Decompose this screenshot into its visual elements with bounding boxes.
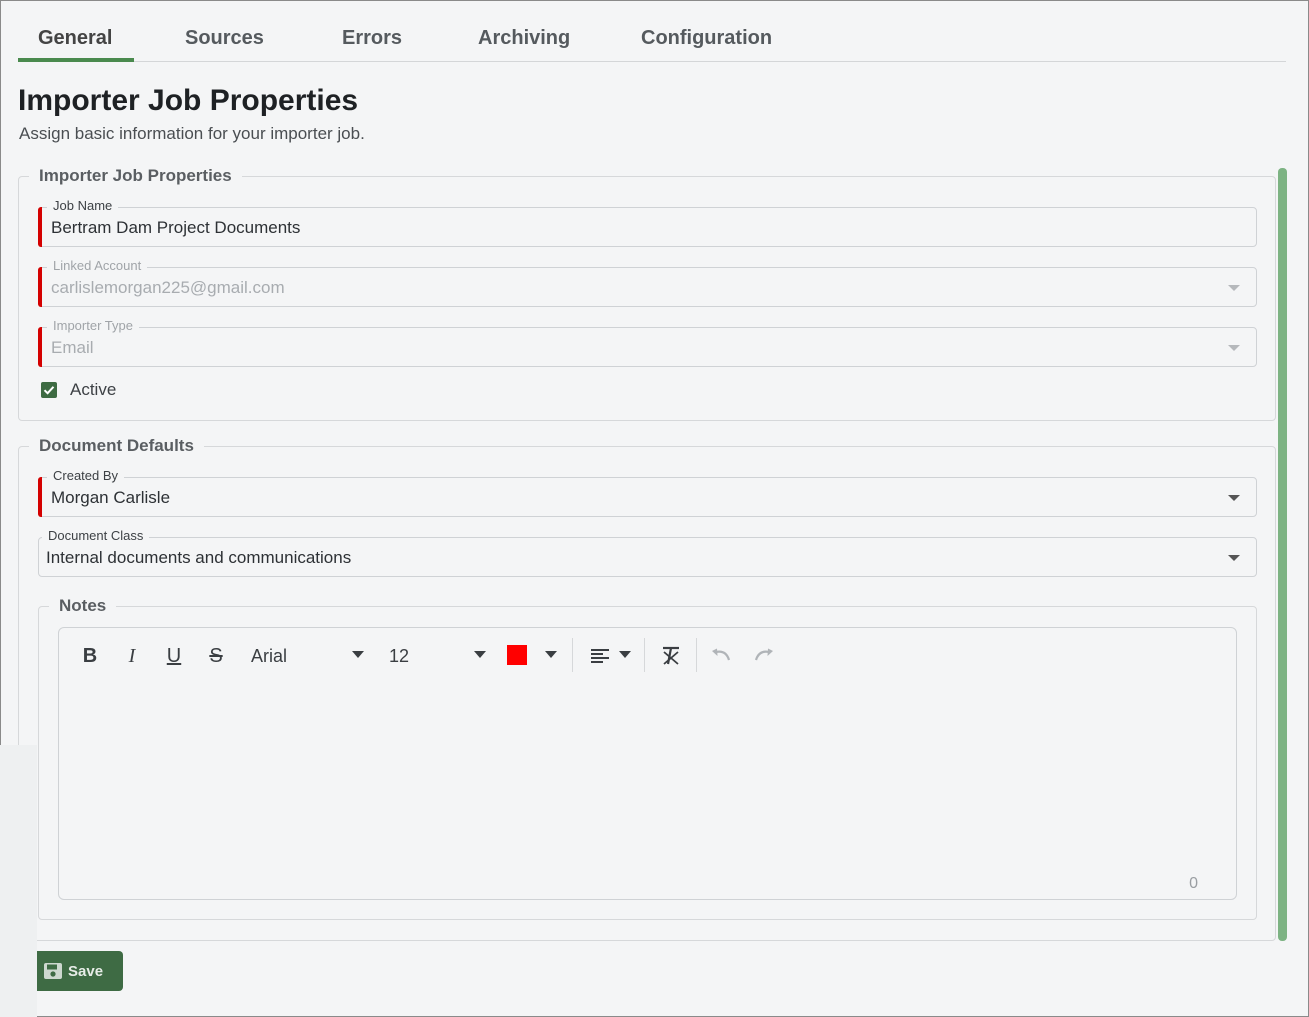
importer-type-label: Importer Type <box>47 318 139 333</box>
job-name-label: Job Name <box>47 198 119 213</box>
bold-icon[interactable]: B <box>79 644 101 668</box>
page-title: Importer Job Properties <box>18 84 359 117</box>
document-class-label: Document Class <box>42 528 150 543</box>
text-color-button[interactable] <box>506 644 528 668</box>
chevron-down-icon <box>1228 345 1240 351</box>
importer-type-value: Email <box>51 338 94 357</box>
save-button-label: Save <box>68 963 104 980</box>
chevron-down-icon <box>1228 285 1240 291</box>
clear-formatting-icon[interactable] <box>659 644 683 668</box>
linked-account-select[interactable]: Linked Account carlislemorgan225@gmail.c… <box>38 258 1257 307</box>
tab-sources[interactable]: Sources <box>185 20 264 62</box>
toolbar-divider <box>572 638 573 672</box>
document-class-select[interactable]: Document Class Internal documents and co… <box>38 528 1257 577</box>
undo-icon[interactable] <box>709 644 733 668</box>
chevron-down-icon <box>1228 495 1240 501</box>
notes-legend: Notes <box>49 596 117 616</box>
text-color-swatch <box>507 645 527 665</box>
align-left-icon[interactable] <box>589 644 611 668</box>
job-properties-legend: Importer Job Properties <box>29 166 242 186</box>
chevron-down-icon <box>352 651 364 658</box>
tab-errors[interactable]: Errors <box>342 20 402 62</box>
toolbar-divider <box>644 638 645 672</box>
chevron-down-icon[interactable] <box>619 651 631 658</box>
save-button[interactable]: Save <box>37 951 123 991</box>
redo-icon[interactable] <box>752 644 776 668</box>
linked-account-value: carlislemorgan225@gmail.com <box>51 278 285 297</box>
created-by-label: Created By <box>47 468 125 483</box>
character-counter: 0 <box>1189 875 1198 892</box>
floppy-disk-icon <box>44 963 62 979</box>
created-by-select[interactable]: Created By Morgan Carlisle <box>38 468 1257 517</box>
tab-configuration[interactable]: Configuration <box>641 20 772 62</box>
chevron-down-icon <box>474 651 486 658</box>
strikethrough-icon[interactable]: S <box>205 644 227 668</box>
active-label: Active <box>70 380 117 399</box>
job-name-value: Bertram Dam Project Documents <box>51 218 301 237</box>
linked-account-label: Linked Account <box>47 258 148 273</box>
underline-icon[interactable]: U <box>163 644 185 668</box>
tab-general[interactable]: General <box>38 20 112 62</box>
chevron-down-icon <box>1228 555 1240 561</box>
page-subtitle: Assign basic information for your import… <box>19 124 365 143</box>
document-defaults-legend: Document Defaults <box>29 436 204 456</box>
toolbar-divider <box>696 638 697 672</box>
active-tab-indicator <box>18 58 134 62</box>
tab-archiving[interactable]: Archiving <box>478 20 570 62</box>
checkmark-icon <box>43 386 55 395</box>
tab-bar: General Sources Errors Archiving Configu… <box>18 20 1286 62</box>
importer-type-select[interactable]: Importer Type Email <box>38 318 1257 367</box>
italic-icon[interactable]: I <box>121 644 143 668</box>
vertical-scrollbar[interactable] <box>1278 168 1287 941</box>
font-size-value: 12 <box>389 646 410 666</box>
chevron-down-icon[interactable] <box>545 651 557 658</box>
left-gutter <box>0 745 37 1017</box>
created-by-value: Morgan Carlisle <box>51 488 171 507</box>
job-name-field[interactable]: Job Name Bertram Dam Project Documents <box>38 198 1257 247</box>
active-checkbox[interactable] <box>41 382 57 398</box>
notes-editor[interactable]: B I U S Arial 12 0 <box>58 627 1237 900</box>
font-family-value: Arial <box>251 646 288 666</box>
document-class-value: Internal documents and communications <box>46 548 352 567</box>
